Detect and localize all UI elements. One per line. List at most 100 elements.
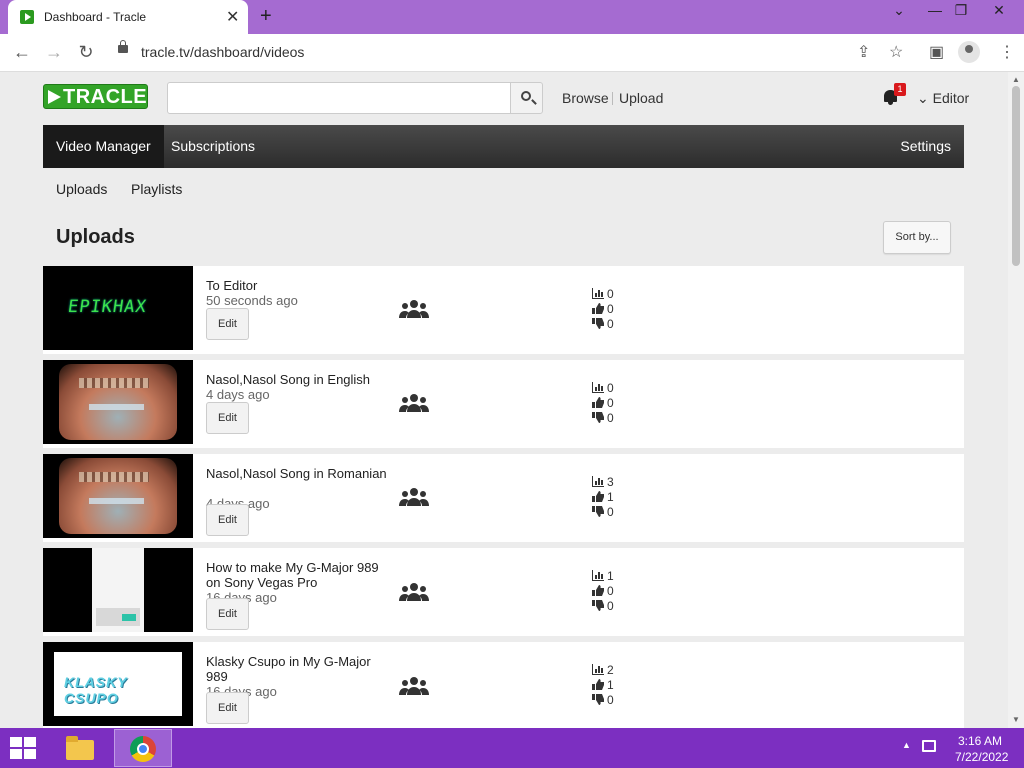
edit-button[interactable]: Edit [206,692,249,724]
video-title[interactable]: How to make My G-Major 989 on Sony Vegas… [206,560,391,590]
thumbs-down-icon [592,600,604,611]
video-thumbnail[interactable] [43,360,193,444]
scroll-up-icon[interactable]: ▲ [1012,75,1020,84]
audience-group-icon [399,394,429,412]
likes-count: 1 [607,678,614,692]
search-icon [521,91,531,101]
edit-button[interactable]: Edit [206,598,249,630]
user-menu[interactable]: ⌄ Editor [917,90,969,107]
thumbs-up-icon [592,491,604,502]
page-title: Uploads [56,226,135,248]
video-thumbnail[interactable] [43,548,193,632]
upload-link[interactable]: Upload [619,90,663,106]
play-icon [48,90,61,104]
thumbnail-text: EPIKHAX [66,297,149,317]
video-title[interactable]: To Editor [206,278,391,293]
thumbs-down-icon [592,318,604,329]
views-count: 1 [607,569,614,583]
url-field[interactable]: tracle.tv/dashboard/videos [141,44,304,60]
tracle-logo[interactable]: TRACLE [43,84,148,109]
bar-chart-icon [592,288,604,299]
scroll-down-icon[interactable]: ▼ [1012,715,1020,724]
tab-video-manager[interactable]: Video Manager [43,125,164,168]
audience-group-icon [399,677,429,695]
file-explorer-icon[interactable] [64,734,96,762]
dislikes-stat: 0 [592,599,614,614]
bar-chart-icon [592,570,604,581]
thumbs-down-icon [592,506,604,517]
page-viewport: TRACLE Browse Upload 1 ⌄ Editor Video Ma… [0,72,1008,728]
windows-start-icon[interactable] [10,737,38,761]
subnav-playlists[interactable]: Playlists [131,181,182,197]
search-button[interactable] [510,82,543,114]
dislikes-count: 0 [607,317,614,331]
views-count: 2 [607,663,614,677]
tray-chevron-icon[interactable]: ▲ [902,740,911,750]
chrome-taskbar-button[interactable] [114,729,172,767]
likes-count: 0 [607,396,614,410]
window-close-icon[interactable]: ✕ [984,2,1014,19]
browser-titlebar: Dashboard - Tracle ✕ + ⌄ — ❐ ✕ [0,0,1024,34]
notification-badge: 1 [894,83,906,96]
edit-button[interactable]: Edit [206,504,249,536]
tab-subscriptions[interactable]: Subscriptions [158,125,268,168]
network-icon[interactable] [922,740,936,752]
likes-stat: 1 [592,490,614,505]
browser-tab[interactable]: Dashboard - Tracle ✕ [8,0,248,34]
likes-stat: 0 [592,584,614,599]
dislikes-count: 0 [607,599,614,613]
views-count: 3 [607,475,614,489]
back-arrow-icon[interactable]: ← [10,42,34,63]
page-scrollbar[interactable]: ▲ ▼ [1008,72,1024,728]
browse-link[interactable]: Browse [562,90,609,106]
video-row: EPIKHAX To Editor 50 seconds ago Edit 0 … [43,266,964,354]
video-thumbnail[interactable]: EPIKHAX [43,266,193,350]
bar-chart-icon [592,476,604,487]
chrome-icon [130,736,156,762]
dislikes-count: 0 [607,505,614,519]
profile-avatar[interactable] [958,41,980,63]
scroll-thumb[interactable] [1012,86,1020,266]
tab-search-chevron-icon[interactable]: ⌄ [884,2,914,19]
edit-button[interactable]: Edit [206,402,249,434]
clock-time[interactable]: 3:16 AM [958,734,1002,748]
lock-icon[interactable] [118,40,128,53]
video-thumbnail[interactable]: KLASKY CSUPO [43,642,193,726]
user-menu-label: Editor [932,90,970,106]
thumbs-up-icon [592,303,604,314]
clock-date[interactable]: 7/22/2022 [955,750,1008,764]
likes-count: 1 [607,490,614,504]
thumbs-up-icon [592,679,604,690]
dislikes-count: 0 [607,411,614,425]
new-tab-button[interactable]: + [260,5,272,28]
video-age: 4 days ago [206,387,270,402]
side-panel-icon[interactable]: ▣ [929,42,944,62]
video-row: Nasol,Nasol Song in English 4 days ago E… [43,360,964,448]
tab-settings[interactable]: Settings [887,125,964,168]
sort-button[interactable]: Sort by... [883,221,951,254]
video-title[interactable]: Nasol,Nasol Song in English [206,372,391,387]
bookmark-star-icon[interactable]: ☆ [889,42,903,62]
reload-icon[interactable]: ↻ [74,42,98,63]
edit-button[interactable]: Edit [206,308,249,340]
tab-close-icon[interactable]: ✕ [226,7,239,27]
likes-count: 0 [607,584,614,598]
search-input[interactable] [167,82,511,114]
dislikes-stat: 0 [592,693,614,708]
video-title[interactable]: Nasol,Nasol Song in Romanian [206,466,391,481]
likes-count: 0 [607,302,614,316]
share-icon[interactable]: ⇪ [857,42,870,62]
restore-icon[interactable]: ❐ [946,2,976,19]
views-count: 0 [607,287,614,301]
dislikes-stat: 0 [592,317,614,332]
forward-arrow-icon[interactable]: → [42,42,66,63]
windows-taskbar: ▲ 3:16 AM 7/22/2022 [0,728,1024,768]
video-thumbnail[interactable] [43,454,193,538]
video-title[interactable]: Klasky Csupo in My G-Major 989 [206,654,391,684]
video-row: How to make My G-Major 989 on Sony Vegas… [43,548,964,636]
views-stat: 3 [592,475,614,490]
tracle-favicon-icon [20,10,34,24]
thumbnail-image [92,548,144,632]
subnav-uploads[interactable]: Uploads [56,181,107,197]
browser-menu-icon[interactable]: ⋮ [999,42,1015,62]
